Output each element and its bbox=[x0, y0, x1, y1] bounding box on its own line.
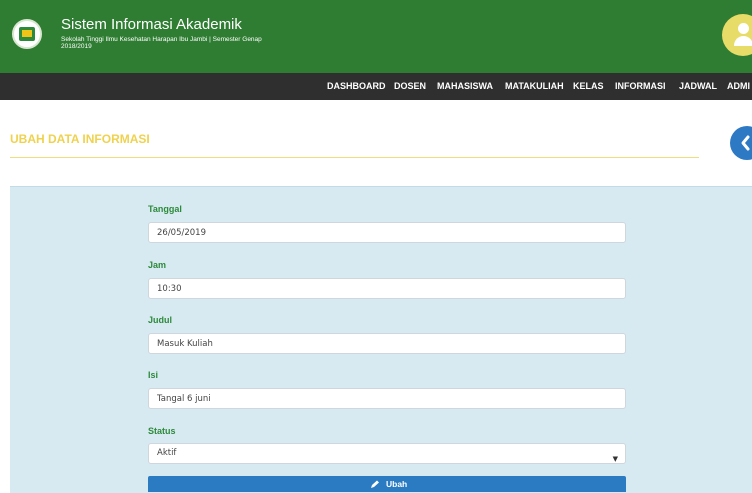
isi-label: Isi bbox=[148, 370, 159, 380]
jam-input[interactable] bbox=[148, 278, 626, 299]
tanggal-label: Tanggal bbox=[148, 204, 182, 214]
nav-dosen[interactable]: DOSEN bbox=[394, 73, 426, 100]
main-navbar: DASHBOARD DOSEN MAHASISWA MATAKULIAH KEL… bbox=[0, 73, 752, 100]
nav-mahasiswa[interactable]: MAHASISWA bbox=[437, 73, 493, 100]
nav-kelas[interactable]: KELAS bbox=[573, 73, 604, 100]
ubah-button-label: Ubah bbox=[386, 479, 408, 489]
status-selected-value: Aktif bbox=[157, 448, 177, 458]
nav-dashboard[interactable]: DASHBOARD bbox=[327, 73, 386, 100]
user-avatar-icon[interactable] bbox=[722, 14, 752, 56]
school-logo-icon bbox=[12, 19, 42, 49]
nav-matakuliah[interactable]: MATAKULIAH bbox=[505, 73, 564, 100]
app-subtitle: Sekolah Tinggi Ilmu Kesehatan Harapan Ib… bbox=[61, 36, 262, 50]
tanggal-input[interactable] bbox=[148, 222, 626, 243]
nav-admin[interactable]: ADMI bbox=[727, 73, 750, 100]
app-subtitle-line-2: 2018/2019 bbox=[61, 43, 92, 50]
judul-label: Judul bbox=[148, 315, 172, 325]
status-select[interactable]: Aktif ▼ bbox=[148, 443, 626, 464]
isi-input[interactable] bbox=[148, 388, 626, 409]
status-label: Status bbox=[148, 426, 176, 436]
judul-input[interactable] bbox=[148, 333, 626, 354]
title-underline bbox=[10, 157, 699, 158]
nav-informasi[interactable]: INFORMASI bbox=[615, 73, 666, 100]
caret-down-icon: ▼ bbox=[612, 455, 618, 463]
page-title: UBAH DATA INFORMASI bbox=[10, 132, 150, 146]
chevron-left-icon bbox=[741, 135, 750, 151]
app-title: Sistem Informasi Akademik bbox=[61, 16, 242, 33]
app-header: Sistem Informasi Akademik Sekolah Tinggi… bbox=[0, 0, 752, 73]
jam-label: Jam bbox=[148, 260, 167, 270]
back-button[interactable] bbox=[730, 126, 752, 160]
pencil-icon bbox=[371, 480, 379, 488]
nav-jadwal[interactable]: JADWAL bbox=[679, 73, 717, 100]
ubah-button[interactable]: Ubah bbox=[148, 476, 626, 492]
app-subtitle-line-1: Sekolah Tinggi Ilmu Kesehatan Harapan Ib… bbox=[61, 36, 262, 43]
